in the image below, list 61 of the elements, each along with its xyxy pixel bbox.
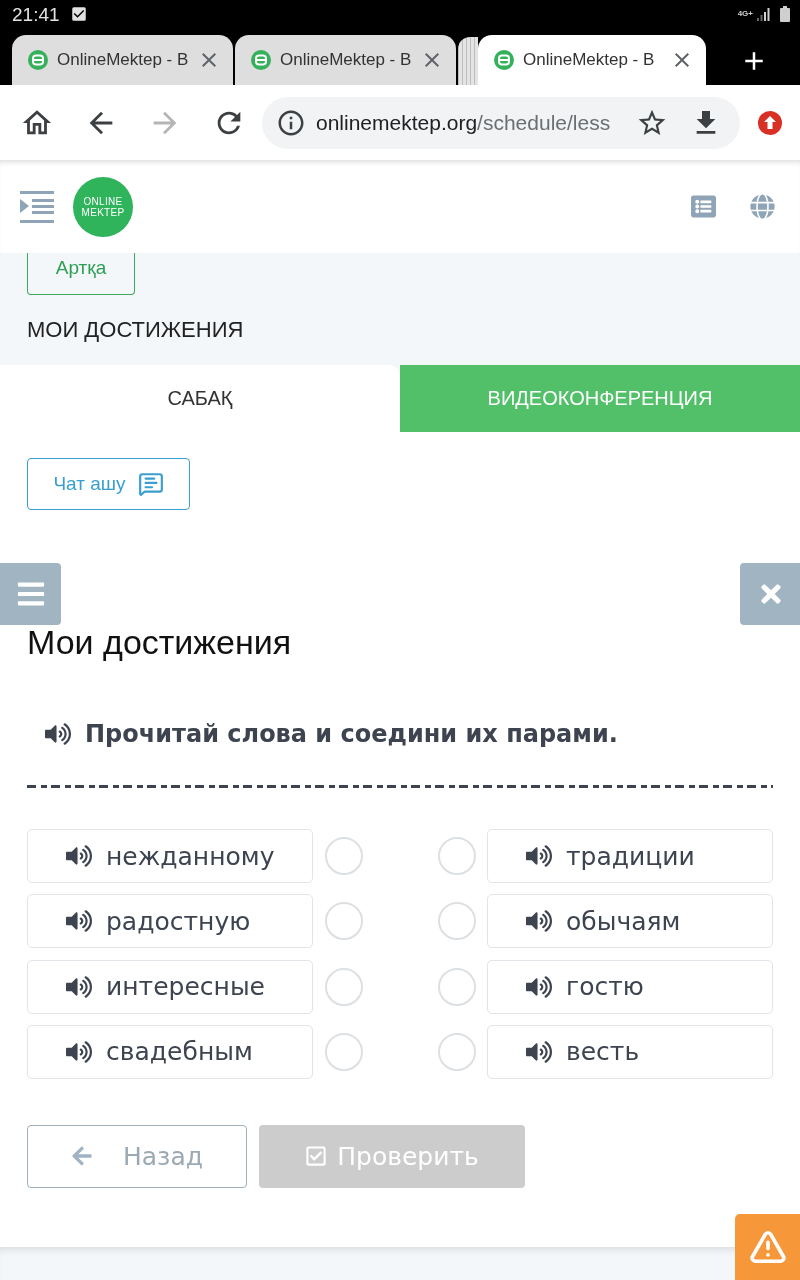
word-card[interactable]: нежданному — [27, 829, 313, 883]
match-radio[interactable] — [325, 1033, 363, 1071]
word-text: интересные — [106, 972, 265, 1002]
speaker-icon[interactable] — [526, 973, 552, 1000]
favicon-icon — [494, 50, 514, 70]
word-text: нежданному — [106, 841, 275, 871]
chat-icon — [137, 471, 164, 497]
speaker-icon[interactable] — [66, 1039, 92, 1065]
arrow-left-icon — [71, 1145, 93, 1168]
section-title: МОИ ДОСТИЖЕНИЯ — [27, 317, 244, 343]
word-text: весть — [566, 1037, 640, 1067]
stacked-tabs-drawing — [458, 37, 478, 85]
instruction-text: Прочитай слова и соедини их парами. — [85, 720, 618, 748]
word-card[interactable]: весть — [487, 1025, 773, 1079]
warning-icon — [748, 1228, 787, 1266]
menu-indent-icon[interactable] — [20, 190, 54, 223]
word-text: гостю — [566, 972, 644, 1002]
match-radio[interactable] — [438, 1033, 476, 1071]
speaker-icon[interactable] — [45, 721, 71, 747]
speaker-icon[interactable] — [66, 843, 92, 869]
match-radio[interactable] — [438, 967, 476, 1006]
word-card[interactable]: свадебным — [27, 1025, 313, 1079]
word-card[interactable]: традиции — [487, 829, 773, 883]
signal-icon — [757, 7, 770, 21]
browser-tab[interactable]: OnlineMektep - B — [12, 35, 233, 85]
url-text: onlinemektep.org/schedule/less — [316, 110, 612, 135]
word-text: радостную — [106, 906, 251, 936]
network-type: 4G+ — [737, 10, 753, 18]
match-radio[interactable] — [438, 902, 476, 941]
tab-title: OnlineMektep - B — [523, 50, 655, 70]
exercise-heading: Мои достижения — [27, 622, 292, 662]
word-text: традиции — [566, 841, 695, 871]
browser-tab[interactable]: OnlineMektep - B — [478, 35, 706, 85]
word-card[interactable]: интересные — [27, 959, 313, 1014]
word-text: свадебным — [106, 1037, 253, 1067]
tab-title: OnlineMektep - B — [280, 50, 412, 70]
tab-title: OnlineMektep - B — [57, 50, 189, 70]
match-radio[interactable] — [325, 902, 363, 941]
match-radio[interactable] — [325, 837, 363, 875]
address-bar[interactable]: onlinemektep.org/schedule/less — [262, 96, 740, 149]
favicon-icon — [28, 50, 48, 70]
word-card[interactable]: радостную — [27, 894, 313, 949]
match-radio[interactable] — [325, 967, 363, 1006]
speaker-icon[interactable] — [526, 1039, 552, 1065]
word-card[interactable]: гостю — [487, 959, 773, 1014]
favicon-icon — [251, 50, 271, 70]
status-time: 21:41 — [12, 4, 60, 24]
speaker-icon[interactable] — [526, 908, 552, 935]
battery-icon — [780, 6, 790, 22]
arrow-up-circle-icon[interactable] — [758, 110, 782, 135]
word-text: обычаям — [566, 906, 681, 936]
globe-icon[interactable] — [750, 194, 775, 219]
match-radio[interactable] — [438, 837, 476, 875]
speaker-icon[interactable] — [526, 843, 552, 869]
word-card[interactable]: обычаям — [487, 894, 773, 949]
lesson-tab[interactable]: САБАҚ — [0, 365, 400, 432]
speaker-icon[interactable] — [66, 908, 92, 935]
list-icon[interactable] — [691, 194, 716, 219]
browser-tab[interactable]: OnlineMektep - B — [235, 35, 456, 85]
checkbox-notification-icon — [69, 5, 88, 23]
speaker-icon[interactable] — [66, 973, 92, 1000]
